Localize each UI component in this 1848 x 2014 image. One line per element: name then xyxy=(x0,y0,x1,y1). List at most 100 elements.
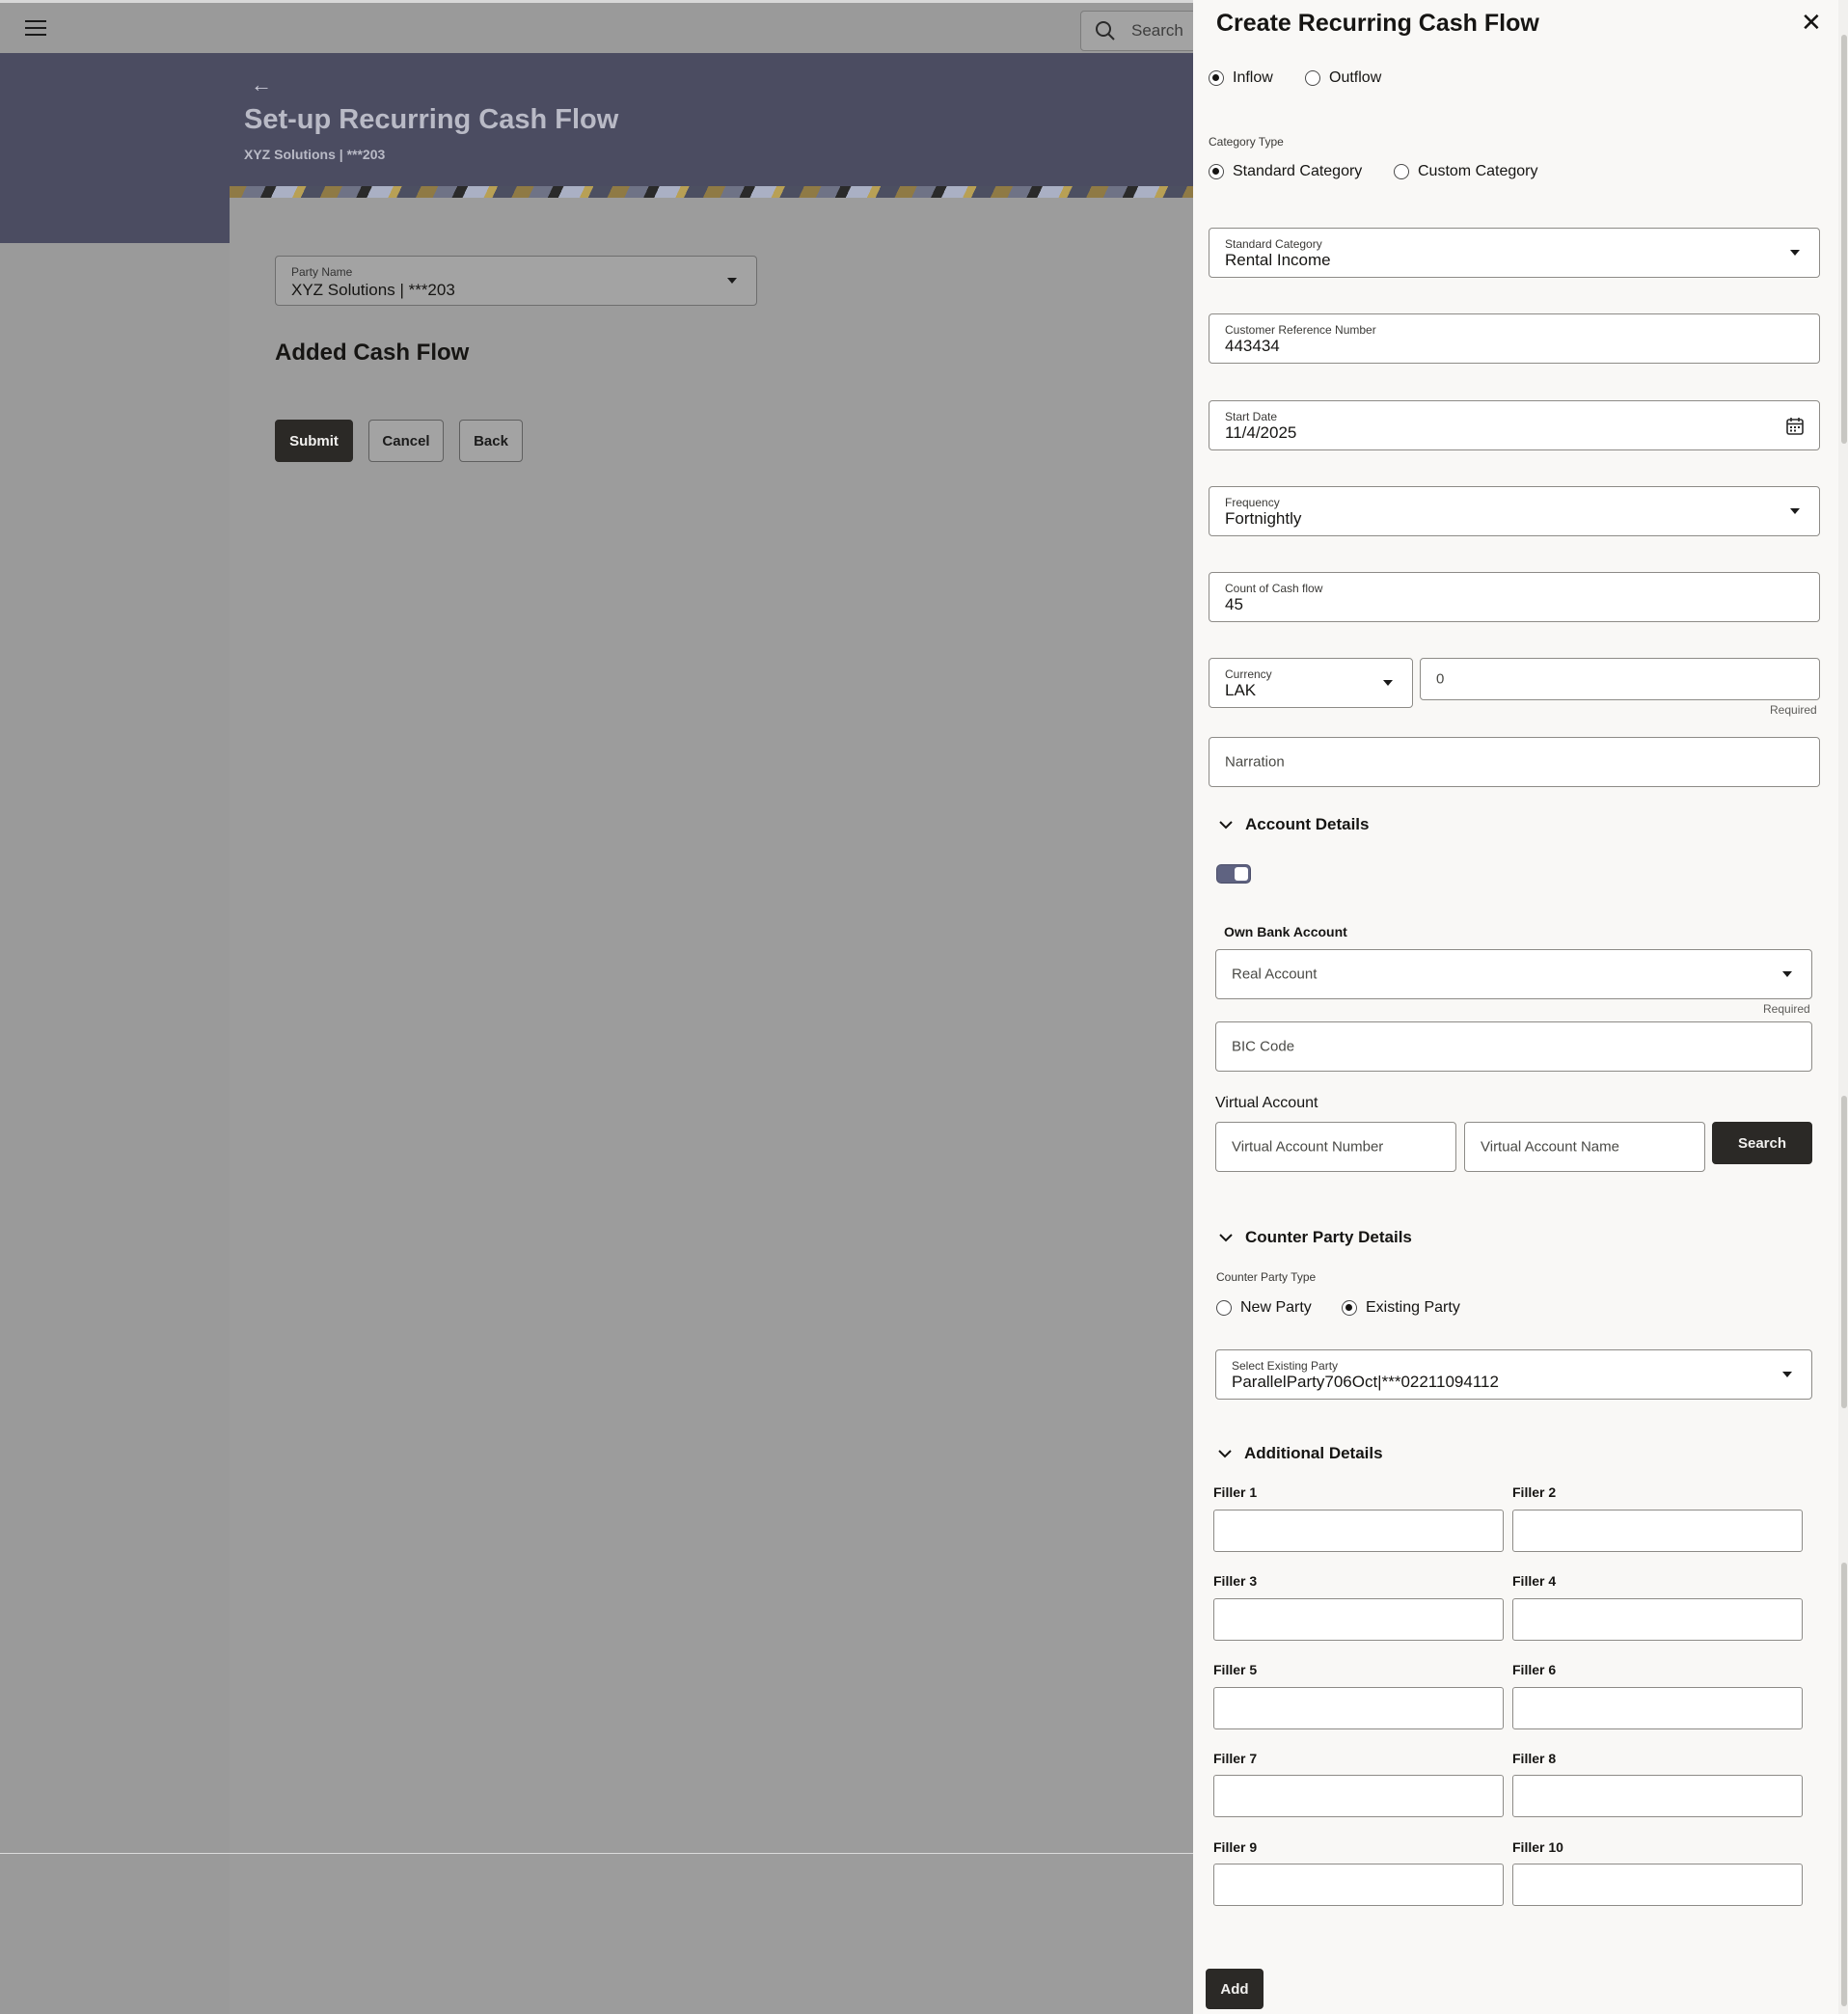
caret-down-icon xyxy=(1383,680,1393,686)
start-date-field[interactable]: Start Date 11/4/2025 xyxy=(1209,400,1820,450)
customer-reference-label: Customer Reference Number xyxy=(1225,323,1376,337)
standard-category-value: Rental Income xyxy=(1225,251,1331,269)
filler-7-label: Filler 7 xyxy=(1213,1751,1258,1766)
filler-5-input[interactable] xyxy=(1213,1687,1504,1729)
select-existing-party-value: ParallelParty706Oct|***02211094112 xyxy=(1232,1373,1499,1391)
category-type-label: Category Type xyxy=(1209,135,1284,149)
account-details-header[interactable]: Account Details xyxy=(1218,815,1369,834)
filler-10-input[interactable] xyxy=(1512,1864,1803,1906)
filler-6-input[interactable] xyxy=(1512,1687,1803,1729)
customer-reference-field[interactable]: Customer Reference Number 443434 xyxy=(1209,313,1820,364)
hamburger-menu-icon[interactable] xyxy=(25,20,46,38)
counter-party-details-header[interactable]: Counter Party Details xyxy=(1218,1228,1412,1247)
filler-1-input[interactable] xyxy=(1213,1510,1504,1552)
narration-input[interactable]: Narration xyxy=(1209,737,1820,787)
top-bar: Search xyxy=(0,0,1215,53)
radio-selected-icon xyxy=(1209,70,1224,86)
scrollbar-thumb[interactable] xyxy=(1841,35,1847,444)
added-cash-flow-heading: Added Cash Flow xyxy=(275,340,470,366)
caret-down-icon xyxy=(1782,971,1792,977)
scrollbar-thumb-lower[interactable] xyxy=(1841,1563,1847,2006)
standard-category-select[interactable]: Standard Category Rental Income xyxy=(1209,228,1820,278)
filler-9-input[interactable] xyxy=(1213,1864,1504,1906)
scrollbar-thumb-secondary[interactable] xyxy=(1841,1096,1847,1408)
frequency-select[interactable]: Frequency Fortnightly xyxy=(1209,486,1820,536)
party-name-select[interactable]: Party Name XYZ Solutions | ***203 xyxy=(275,256,757,306)
chevron-down-icon xyxy=(1219,1234,1233,1242)
existing-party-label: Existing Party xyxy=(1366,1299,1460,1316)
new-party-label: New Party xyxy=(1240,1299,1312,1316)
filler-8-input[interactable] xyxy=(1512,1775,1803,1817)
start-date-value: 11/4/2025 xyxy=(1225,423,1297,442)
decorative-banner-stripe xyxy=(230,186,1193,198)
caret-down-icon xyxy=(1782,1372,1792,1377)
filler-3-label: Filler 3 xyxy=(1213,1573,1258,1589)
select-existing-party-select[interactable]: Select Existing Party ParallelParty706Oc… xyxy=(1215,1349,1812,1400)
caret-down-icon xyxy=(1790,250,1800,256)
own-bank-account-label: Own Bank Account xyxy=(1224,924,1347,939)
currency-select[interactable]: Currency LAK xyxy=(1209,658,1413,708)
back-arrow-icon[interactable]: ← xyxy=(251,72,272,97)
page-subtitle: XYZ Solutions | ***203 xyxy=(244,147,386,162)
new-party-radio[interactable]: New Party xyxy=(1216,1299,1312,1317)
back-button[interactable]: Back xyxy=(459,420,523,462)
radio-unselected-icon xyxy=(1216,1300,1232,1316)
frequency-label: Frequency xyxy=(1225,496,1280,509)
calendar-icon[interactable] xyxy=(1785,417,1805,436)
search-icon xyxy=(1096,21,1115,41)
party-name-label: Party Name xyxy=(291,265,353,279)
submit-button[interactable]: Submit xyxy=(275,420,353,462)
left-gutter xyxy=(0,243,230,2014)
count-label: Count of Cash flow xyxy=(1225,582,1323,595)
virtual-account-search-button[interactable]: Search xyxy=(1712,1122,1812,1164)
amount-required-hint: Required xyxy=(1770,703,1817,717)
real-account-select[interactable]: Real Account xyxy=(1215,949,1812,999)
frequency-value: Fortnightly xyxy=(1225,509,1302,528)
outflow-label: Outflow xyxy=(1329,69,1382,86)
customer-reference-value: 443434 xyxy=(1225,337,1280,355)
virtual-account-number-input[interactable]: Virtual Account Number xyxy=(1215,1122,1456,1172)
radio-selected-icon xyxy=(1209,164,1224,179)
additional-details-header[interactable]: Additional Details xyxy=(1217,1444,1383,1463)
party-name-value: XYZ Solutions | ***203 xyxy=(291,281,455,299)
standard-category-label: Standard Category xyxy=(1225,237,1322,251)
background-page: Search ← Set-up Recurring Cash Flow XYZ … xyxy=(0,0,1215,2014)
filler-7-input[interactable] xyxy=(1213,1775,1504,1817)
existing-party-radio[interactable]: Existing Party xyxy=(1342,1299,1460,1317)
real-account-required-hint: Required xyxy=(1763,1002,1810,1016)
amount-input[interactable]: 0 xyxy=(1420,658,1820,700)
add-button[interactable]: Add xyxy=(1206,1969,1264,2009)
virtual-account-label: Virtual Account xyxy=(1215,1095,1318,1111)
create-recurring-cash-flow-panel: Create Recurring Cash Flow ✕ Inflow Outf… xyxy=(1193,0,1848,2014)
standard-category-radio[interactable]: Standard Category xyxy=(1209,163,1362,180)
caret-down-icon xyxy=(1790,508,1800,514)
search-placeholder: Search xyxy=(1131,21,1183,40)
page-title: Set-up Recurring Cash Flow xyxy=(244,104,619,135)
filler-3-input[interactable] xyxy=(1213,1598,1504,1641)
bic-code-input[interactable]: BIC Code xyxy=(1215,1021,1812,1072)
bic-code-placeholder: BIC Code xyxy=(1232,1038,1295,1055)
narration-placeholder: Narration xyxy=(1225,753,1285,771)
custom-category-option-label: Custom Category xyxy=(1418,163,1538,179)
toggle-knob xyxy=(1235,867,1248,881)
chevron-down-icon xyxy=(1219,821,1233,830)
chevron-down-icon xyxy=(1218,1450,1232,1458)
inflow-radio[interactable]: Inflow xyxy=(1209,69,1273,87)
outflow-radio[interactable]: Outflow xyxy=(1305,69,1381,87)
filler-8-label: Filler 8 xyxy=(1512,1751,1557,1766)
filler-2-input[interactable] xyxy=(1512,1510,1803,1552)
filler-6-label: Filler 6 xyxy=(1512,1662,1557,1677)
footer-divider xyxy=(0,1853,1193,1854)
close-icon[interactable]: ✕ xyxy=(1801,10,1822,35)
main-content-card xyxy=(230,198,1193,2014)
virtual-account-name-input[interactable]: Virtual Account Name xyxy=(1464,1122,1705,1172)
start-date-label: Start Date xyxy=(1225,410,1278,423)
count-of-cash-flow-field[interactable]: Count of Cash flow 45 xyxy=(1209,572,1820,622)
custom-category-radio[interactable]: Custom Category xyxy=(1394,163,1538,180)
filler-4-input[interactable] xyxy=(1512,1598,1803,1641)
cancel-button[interactable]: Cancel xyxy=(368,420,444,462)
filler-9-label: Filler 9 xyxy=(1213,1839,1258,1855)
radio-unselected-icon xyxy=(1394,164,1409,179)
account-toggle-switch[interactable] xyxy=(1216,864,1251,884)
amount-placeholder: 0 xyxy=(1436,670,1445,688)
